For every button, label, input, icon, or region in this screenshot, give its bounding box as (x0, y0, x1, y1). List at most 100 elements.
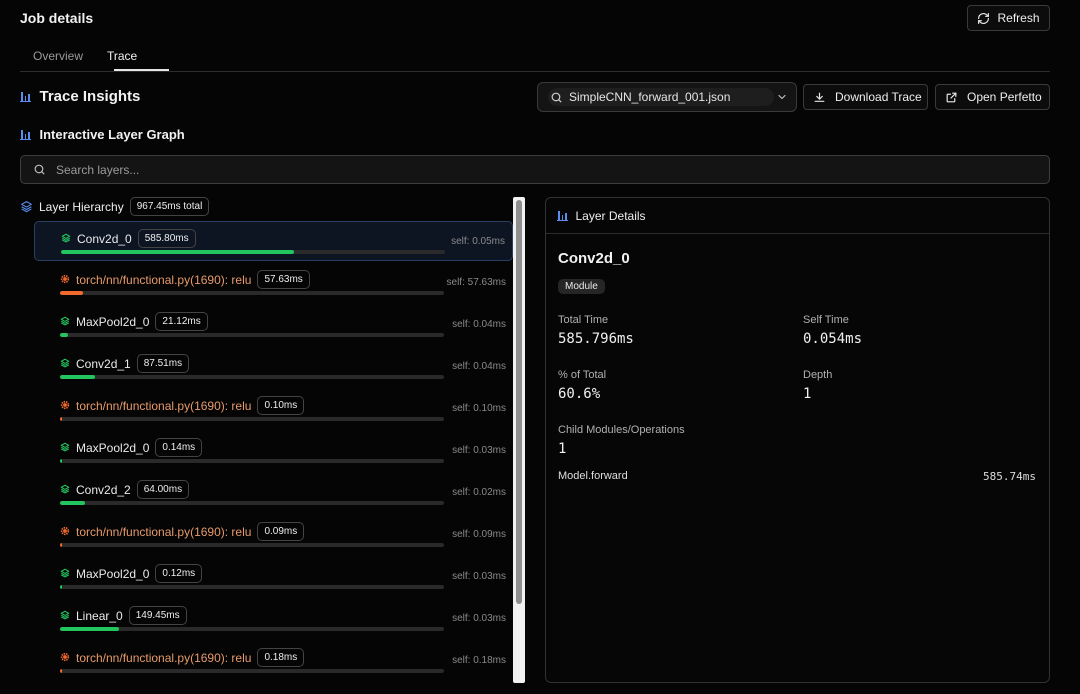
layer-row[interactable]: Conv2d_1 87.51ms self: 0.04ms (34, 347, 513, 387)
bar-chart-icon (557, 210, 568, 221)
layer-self-time: self: 0.03ms (452, 613, 506, 624)
layer-row-header: torch/nn/functional.py(1690): relu 0.09ms (60, 522, 305, 541)
layer-time-bar-fill (61, 250, 294, 254)
layer-details-header: Layer Details (546, 198, 1049, 234)
self-time-label: Self Time (803, 314, 849, 326)
tab-bar: Overview Trace (20, 44, 1050, 72)
layer-row[interactable]: Conv2d_2 64.00ms self: 0.02ms (34, 473, 513, 513)
layer-time-badge: 0.14ms (155, 438, 203, 457)
tab-overview[interactable]: Overview (33, 49, 83, 63)
layer-row[interactable]: torch/nn/functional.py(1690): relu 0.10ms… (34, 389, 513, 429)
layer-time-badge: 64.00ms (136, 480, 190, 499)
layer-search (20, 155, 1050, 184)
layer-self-time: self: 0.18ms (452, 655, 506, 666)
layer-row-header: MaxPool2d_0 21.12ms (60, 312, 208, 331)
download-trace-button[interactable]: Download Trace (803, 84, 928, 110)
parent-module-time: 585.74ms (983, 470, 1036, 483)
layer-time-badge: 0.09ms (257, 522, 305, 541)
search-icon (551, 92, 562, 102)
layer-self-time: self: 0.04ms (452, 319, 506, 330)
chevron-down-icon (778, 94, 786, 100)
total-time-badge: 967.45ms total (129, 197, 210, 216)
layer-row-header: torch/nn/functional.py(1690): relu 57.63m… (60, 270, 310, 289)
layer-name: torch/nn/functional.py(1690): relu (76, 272, 252, 287)
layer-row[interactable]: Conv2d_0 585.80ms self: 0.05ms (34, 221, 513, 261)
layer-hierarchy-header: Layer Hierarchy 967.45ms total (20, 197, 210, 216)
layer-time-bar (60, 417, 444, 421)
layer-self-time: self: 0.05ms (451, 236, 505, 247)
parent-module-name: Model.forward (558, 470, 628, 482)
refresh-button[interactable]: Refresh (967, 5, 1050, 31)
trace-insights-title: Trace Insights (39, 88, 141, 105)
depth-label: Depth (803, 369, 833, 381)
external-link-icon (946, 92, 957, 102)
layer-time-bar-fill (60, 627, 120, 631)
parent-module-row[interactable]: Model.forward 585.74ms (558, 470, 1036, 483)
layer-row-header: Linear_0 149.45ms (60, 606, 187, 625)
module-layers-icon (60, 357, 70, 371)
layer-name: torch/nn/functional.py(1690): relu (76, 398, 252, 413)
module-layers-icon (60, 567, 70, 581)
selected-file-name: SimpleCNN_forward_001.json (569, 90, 731, 104)
download-trace-label: Download Trace (835, 90, 922, 104)
layer-name: Linear_0 (76, 608, 123, 623)
layer-time-bar (60, 501, 444, 505)
layer-list-scrollbar[interactable] (513, 197, 525, 683)
module-layers-icon (60, 441, 70, 455)
layer-time-bar (60, 459, 444, 463)
module-layers-icon (61, 232, 71, 246)
self-time-stat: Self Time 0.054ms (803, 314, 862, 347)
scrollbar-thumb[interactable] (516, 200, 522, 604)
active-tab-indicator (114, 69, 169, 71)
search-layers-input[interactable] (56, 162, 956, 177)
refresh-label: Refresh (997, 11, 1040, 25)
total-time-stat: Total Time 585.796ms (558, 314, 634, 347)
module-layers-icon (60, 483, 70, 497)
layer-time-bar-fill (60, 669, 62, 673)
module-layers-icon (60, 609, 70, 623)
layer-time-bar-fill (60, 459, 62, 463)
layer-row[interactable]: torch/nn/functional.py(1690): relu 57.63m… (34, 263, 513, 303)
layer-time-badge: 149.45ms (128, 606, 187, 625)
layer-time-badge: 585.80ms (137, 229, 196, 248)
refresh-icon (978, 12, 990, 24)
layer-name: MaxPool2d_0 (76, 440, 150, 455)
bar-chart-icon (20, 129, 31, 140)
layer-row[interactable]: MaxPool2d_0 0.14ms self: 0.03ms (34, 431, 513, 471)
layer-name: MaxPool2d_0 (76, 566, 150, 581)
layer-time-bar (60, 669, 444, 673)
tab-trace[interactable]: Trace (107, 49, 137, 63)
total-time-label: Total Time (558, 314, 609, 326)
layer-name: Conv2d_2 (76, 482, 131, 497)
layer-time-badge: 57.63ms (257, 270, 310, 289)
layer-row-header: torch/nn/functional.py(1690): relu 0.10ms (60, 396, 305, 415)
layer-row[interactable]: torch/nn/functional.py(1690): relu 0.18ms… (34, 641, 513, 681)
layer-time-badge: 87.51ms (136, 354, 190, 373)
layer-name: Conv2d_0 (77, 231, 132, 246)
layer-time-bar (61, 250, 445, 254)
layer-time-bar (60, 543, 444, 547)
search-icon (34, 164, 45, 175)
layer-row-header: torch/nn/functional.py(1690): relu 0.18ms (60, 648, 305, 667)
percent-total-value: 60.6% (558, 386, 601, 402)
children-value: 1 (558, 441, 567, 457)
operation-gear-icon (60, 651, 70, 665)
layer-self-time: self: 57.63ms (446, 277, 506, 288)
layer-details-title: Layer Details (575, 208, 646, 223)
trace-file-select[interactable]: SimpleCNN_forward_001.json (537, 82, 797, 112)
layer-row-header: Conv2d_2 64.00ms (60, 480, 190, 499)
open-perfetto-button[interactable]: Open Perfetto (935, 84, 1050, 110)
layer-row[interactable]: torch/nn/functional.py(1690): relu 0.09ms… (34, 515, 513, 555)
layer-time-bar (60, 375, 444, 379)
download-icon (814, 92, 825, 102)
layer-row[interactable]: MaxPool2d_0 21.12ms self: 0.04ms (34, 305, 513, 345)
layer-time-bar-fill (60, 417, 62, 421)
trace-insights-heading: Trace Insights (20, 88, 140, 105)
layer-row[interactable]: MaxPool2d_0 0.12ms self: 0.03ms (34, 557, 513, 597)
layer-list: Conv2d_0 585.80ms self: 0.05ms torch/nn/fun… (20, 218, 514, 684)
layer-self-time: self: 0.03ms (452, 571, 506, 582)
layer-time-badge: 21.12ms (155, 312, 208, 331)
bar-chart-icon (20, 91, 31, 102)
layer-time-bar-fill (60, 543, 62, 547)
layer-row[interactable]: Linear_0 149.45ms self: 0.03ms (34, 599, 513, 639)
